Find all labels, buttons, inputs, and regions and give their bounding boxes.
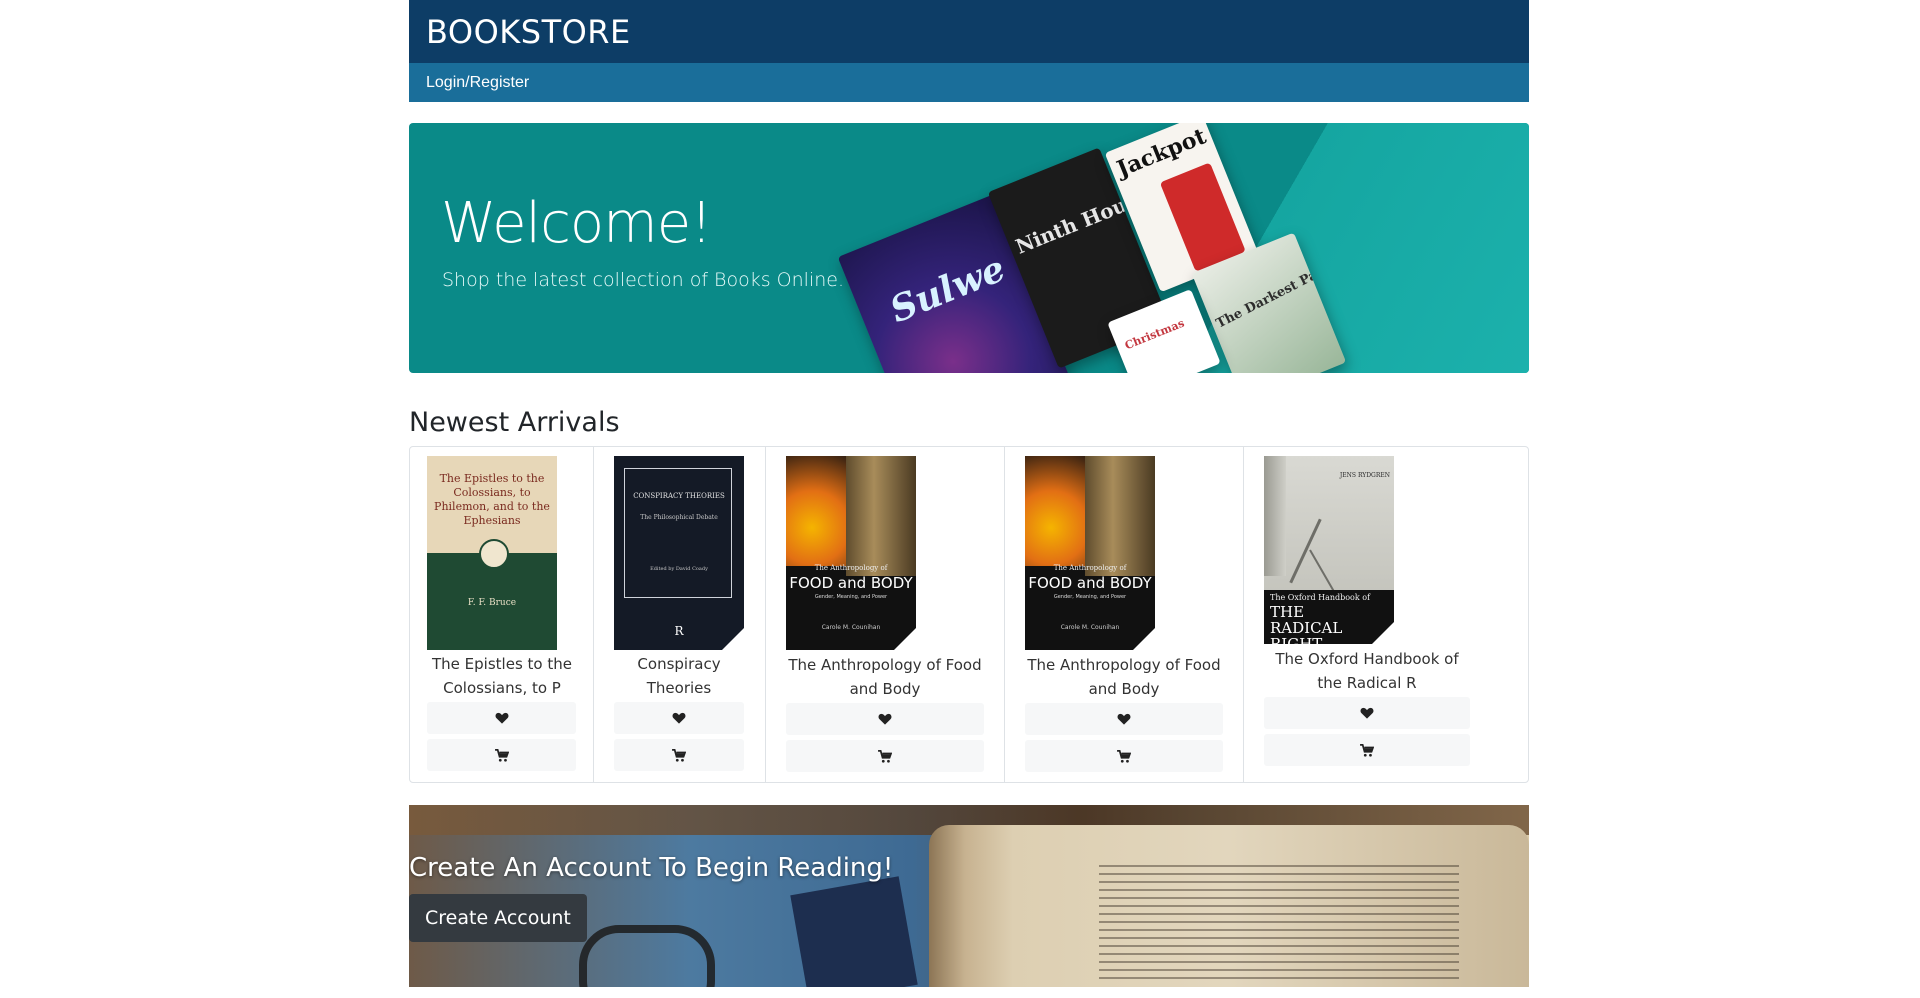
create-account-button[interactable]: Create Account (409, 894, 587, 942)
add-to-cart-button[interactable] (1025, 740, 1223, 772)
login-register-link[interactable]: Login/Register (426, 74, 529, 92)
hero-book-stack-image: Sulwe Ninth House Jackpot The Darkest Pa… (837, 123, 1469, 373)
cover-line-1: The Anthropology of (1053, 564, 1127, 572)
book-cover-epistles[interactable]: The Epistles to the Colossians, to Phile… (427, 456, 557, 650)
book-cover-conspiracy[interactable]: CONSPIRACY THEORIES The Philosophical De… (614, 456, 744, 650)
welcome-hero-banner: Welcome! Shop the latest collection of B… (409, 123, 1529, 373)
book-title[interactable]: The Oxford Handbook of the Radical R (1264, 647, 1470, 695)
cover-title: CONSPIRACY THEORIES (633, 492, 725, 500)
page-curl (894, 628, 916, 650)
cart-icon (672, 748, 686, 762)
cover-title: The Epistles to the Colossians, to Phile… (434, 472, 550, 527)
cart-icon (494, 748, 509, 762)
book-cover-anthropology[interactable]: The Anthropology of FOOD and BODY Gender… (1025, 456, 1155, 650)
book-card: The Anthropology of FOOD and BODY Gender… (1005, 447, 1244, 782)
add-to-cart-button[interactable] (1264, 734, 1470, 766)
book-card: The Epistles to the Colossians, to Phile… (410, 447, 594, 782)
heart-icon (1360, 707, 1374, 719)
heart-icon (495, 712, 508, 724)
book-title[interactable]: The Epistles to the Colossians, to P (427, 652, 577, 700)
book-cover-anthropology[interactable]: The Anthropology of FOOD and BODY Gender… (786, 456, 916, 650)
hero-book-title: Sulwe (884, 247, 1012, 332)
add-to-cart-button[interactable] (427, 739, 576, 771)
cover-line-2: FOOD and BODY (789, 574, 913, 592)
cover-line-3: Gender, Meaning, and Power (1053, 594, 1127, 600)
cover-line-1: The Oxford Handbook of (1270, 593, 1371, 602)
create-account-banner: Create An Account To Begin Reading! Crea… (409, 805, 1529, 987)
heart-icon (878, 713, 892, 725)
page-curl (1133, 628, 1155, 650)
banner-book-spine-image (790, 876, 918, 987)
book-card: The Anthropology of FOOD and BODY Gender… (766, 447, 1005, 782)
wishlist-button[interactable] (614, 702, 744, 734)
cover-editor: JENS RYDGREN (1339, 472, 1390, 479)
book-title[interactable]: The Anthropology of Food and Body (1025, 653, 1223, 701)
hero-book-title: Christmas (1122, 316, 1187, 353)
cover-editor: Edited by David Coady (650, 566, 708, 572)
wishlist-button[interactable] (786, 703, 984, 735)
page-container: BOOKSTORE Login/Register Welcome! Shop t… (409, 0, 1529, 987)
banner-open-book-image (929, 825, 1529, 987)
newest-arrivals-heading: Newest Arrivals (409, 407, 620, 438)
banner-heading: Create An Account To Begin Reading! (409, 853, 894, 883)
book-card: JENS RYDGREN The Oxford Handbook of THE … (1244, 447, 1528, 782)
brand-logo[interactable]: BOOKSTORE (426, 13, 631, 51)
add-to-cart-button[interactable] (786, 740, 984, 772)
heart-icon (1117, 713, 1131, 725)
cover-line-3: Gender, Meaning, and Power (814, 594, 888, 600)
cover-line-1: The Anthropology of (814, 564, 888, 572)
cover-subtitle: The Philosophical Debate (640, 514, 718, 521)
book-title[interactable]: Conspiracy Theories (614, 652, 744, 700)
page-curl (722, 628, 744, 650)
hero-title: Welcome! (441, 191, 713, 256)
cart-icon (1117, 749, 1131, 763)
cart-icon (1360, 743, 1374, 757)
wishlist-button[interactable] (1025, 703, 1223, 735)
add-to-cart-button[interactable] (614, 739, 744, 771)
banner-glasses-image (579, 925, 715, 987)
wishlist-button[interactable] (1264, 697, 1470, 729)
cover-line-2: FOOD and BODY (1028, 574, 1152, 592)
cart-icon (878, 749, 892, 763)
banner-book-text-lines (1099, 865, 1459, 985)
heart-icon (672, 712, 686, 724)
page-curl (1372, 622, 1394, 644)
book-title[interactable]: The Anthropology of Food and Body (786, 653, 984, 701)
cover-line-2: THE RADICAL RIGHT (1270, 603, 1343, 644)
newest-arrivals-card-group: The Epistles to the Colossians, to Phile… (409, 446, 1529, 783)
hero-subtitle: Shop the latest collection of Books Onli… (442, 269, 845, 291)
top-navbar: BOOKSTORE (409, 0, 1529, 63)
book-card: CONSPIRACY THEORIES The Philosophical De… (594, 447, 766, 782)
book-cover-oxford[interactable]: JENS RYDGREN The Oxford Handbook of THE … (1264, 456, 1394, 644)
cover-author: F. F. Bruce (467, 598, 517, 608)
secondary-navbar: Login/Register (409, 63, 1529, 102)
wishlist-button[interactable] (427, 702, 576, 734)
